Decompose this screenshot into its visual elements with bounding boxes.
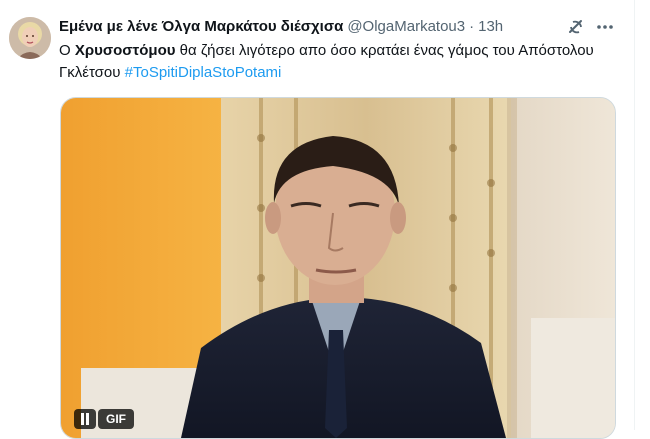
timestamp[interactable]: 13h [478,18,503,35]
gif-badge: GIF [98,409,134,429]
gif-media[interactable] [60,97,616,439]
tweet-text-part: Ο [59,42,75,59]
tweet-text: Ο Χρυσοστόμου θα ζήσει λιγότερο απο όσο … [59,40,619,84]
more-icon[interactable] [594,17,616,37]
avatar-image [9,17,51,59]
tweet-card[interactable]: Εμένα με λένε Όλγα Μαρκάτου διέσχισα @Ol… [0,0,634,439]
separator-dot: · [469,17,475,35]
pause-icon[interactable] [74,409,96,429]
user-handle[interactable]: @OlgaMarkatou3 [347,18,465,35]
display-name[interactable]: Εμένα με λένε Όλγα Μαρκάτου διέσχισα [59,18,343,35]
gif-controls: GIF [74,409,134,431]
gif-frame [61,98,615,438]
column-divider [634,0,635,430]
tweet-text-bold: Χρυσοστόμου [74,42,176,59]
grok-icon[interactable] [566,17,586,37]
avatar[interactable] [9,17,51,59]
tweet-header: Εμένα με λένε Όλγα Μαρκάτου διέσχισα @Ol… [59,16,503,36]
hashtag-link[interactable]: #ToSpitiDiplaStoPotami [125,64,282,81]
